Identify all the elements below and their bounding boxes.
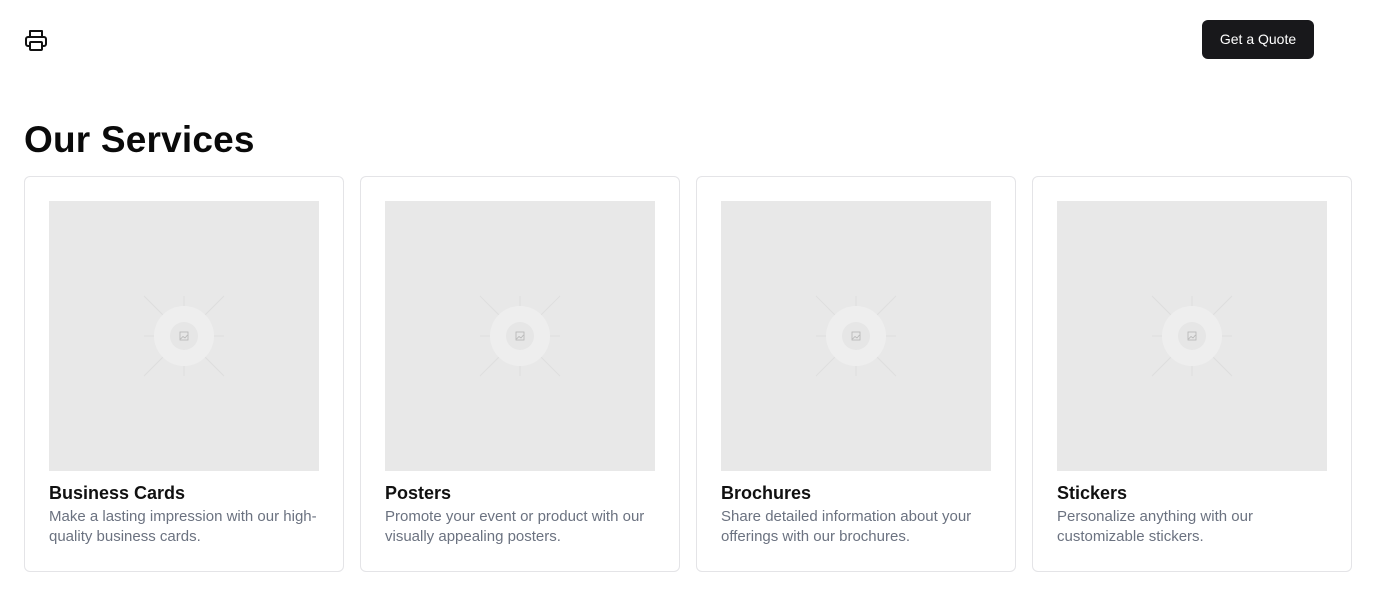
card-image bbox=[49, 201, 319, 471]
service-card-business-cards[interactable]: Business Cards Make a lasting impression… bbox=[24, 176, 344, 572]
card-image bbox=[721, 201, 991, 471]
image-placeholder-icon bbox=[815, 295, 897, 377]
image-placeholder-icon bbox=[143, 295, 225, 377]
card-description: Promote your event or product with our v… bbox=[385, 508, 645, 545]
card-image bbox=[1057, 201, 1327, 471]
card-title: Brochures bbox=[721, 483, 812, 503]
services-grid: Business Cards Make a lasting impression… bbox=[24, 176, 1352, 572]
card-description: Personalize anything with our customizab… bbox=[1057, 508, 1253, 545]
site-header: Get a Quote bbox=[0, 0, 1376, 80]
card-title: Posters bbox=[385, 483, 452, 503]
printer-icon[interactable] bbox=[24, 28, 48, 52]
card-description: Make a lasting impression with our high-… bbox=[49, 508, 317, 545]
service-card-brochures[interactable]: Brochures Share detailed information abo… bbox=[696, 176, 1016, 572]
card-description: Share detailed information about your of… bbox=[721, 508, 972, 545]
service-card-posters[interactable]: Posters Promote your event or product wi… bbox=[360, 176, 680, 572]
get-a-quote-button[interactable]: Get a Quote bbox=[1202, 20, 1314, 59]
services-title: Our Services bbox=[24, 119, 255, 160]
image-placeholder-icon bbox=[1151, 295, 1233, 377]
image-placeholder-icon bbox=[479, 295, 561, 377]
card-image bbox=[385, 201, 655, 471]
card-title: Stickers bbox=[1057, 483, 1128, 503]
card-title: Business Cards bbox=[49, 483, 186, 503]
service-card-stickers[interactable]: Stickers Personalize anything with our c… bbox=[1032, 176, 1352, 572]
